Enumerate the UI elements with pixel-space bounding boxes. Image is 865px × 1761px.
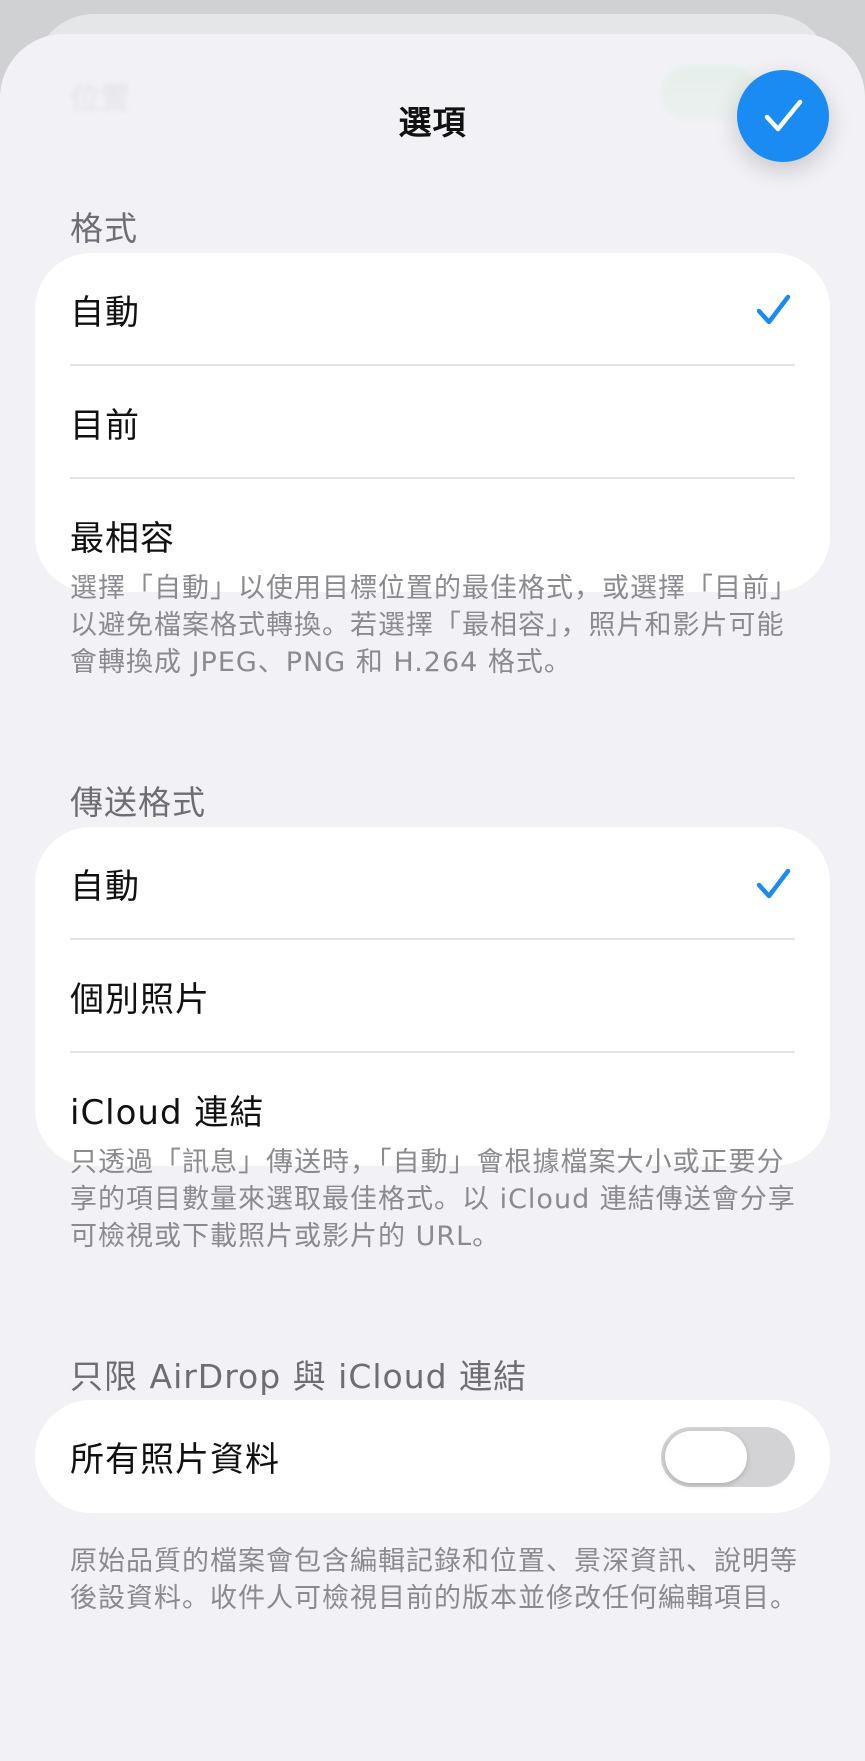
option-label: 自動 [70, 293, 140, 333]
option-label: 個別照片 [70, 980, 210, 1020]
format-option-auto[interactable]: 自動 [35, 253, 830, 366]
format-options-card: 自動 目前 最相容 [35, 253, 830, 592]
all-photo-data-toggle[interactable] [661, 1426, 795, 1487]
all-photo-data-row: 所有照片資料 [35, 1400, 830, 1513]
section-header-airdrop: 只限 AirDrop 與 iCloud 連結 [70, 1357, 528, 1396]
section-header-send-format: 傳送格式 [70, 783, 206, 822]
format-option-current[interactable]: 目前 [35, 366, 830, 479]
done-button[interactable] [737, 70, 829, 162]
format-footnote: 選擇「自動」以使用目標位置的最佳格式，或選擇「目前」以避免檔案格式轉換。若選擇「… [70, 573, 798, 678]
checkmark-icon [764, 99, 803, 132]
airdrop-options-card: 所有照片資料 [35, 1400, 830, 1513]
send-option-individual-photos[interactable]: 個別照片 [35, 940, 830, 1053]
options-sheet: 位置 選項 格式 自動 目前 最相容 選擇「自動」以使用目標位置的最佳格式，或選… [0, 34, 865, 1761]
option-label: 自動 [70, 867, 140, 907]
toggle-label: 所有照片資料 [70, 1440, 280, 1480]
send-format-footnote: 只透過「訊息」傳送時，「自動」會根據檔案大小或正要分享的項目數量來選取最佳格式。… [70, 1147, 796, 1252]
section-header-format: 格式 [70, 209, 138, 248]
toggle-knob [665, 1430, 747, 1483]
airdrop-footnote: 原始品質的檔案會包含編輯記錄和位置、景深資訊、說明等後設資料。收件人可檢視目前的… [70, 1546, 798, 1614]
send-option-auto[interactable]: 自動 [35, 827, 830, 940]
checkmark-icon [756, 868, 791, 898]
checkmark-icon [756, 294, 791, 324]
option-label: 目前 [70, 406, 140, 446]
page-title: 選項 [398, 103, 467, 142]
option-label: 最相容 [70, 519, 175, 559]
send-format-options-card: 自動 個別照片 iCloud 連結 [35, 827, 830, 1166]
option-label: iCloud 連結 [70, 1093, 265, 1133]
